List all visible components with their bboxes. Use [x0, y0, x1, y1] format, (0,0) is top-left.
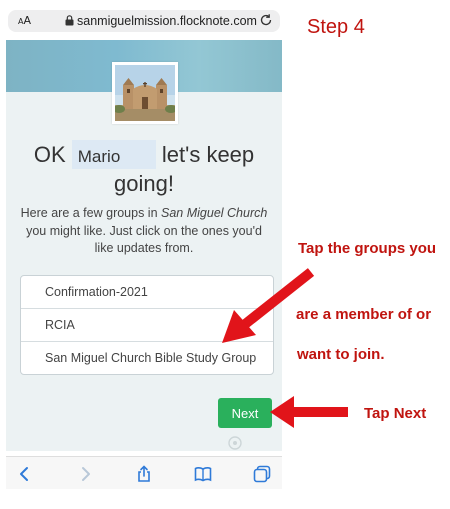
arrow-to-groups — [222, 268, 315, 343]
arrow-to-next — [270, 396, 348, 428]
annotation-arrows — [222, 268, 348, 428]
